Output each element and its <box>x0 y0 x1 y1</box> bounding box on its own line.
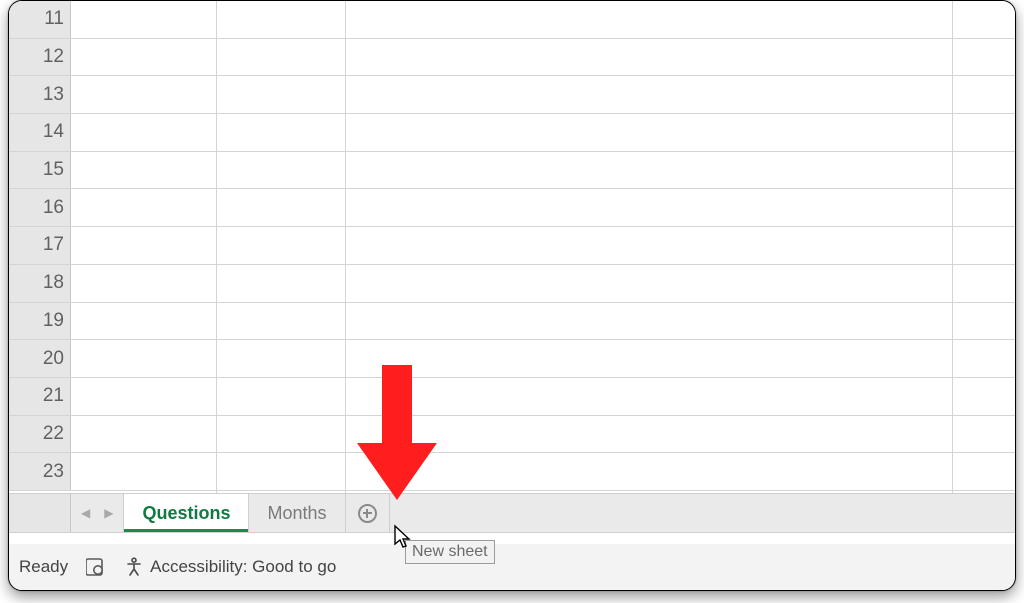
row-cells[interactable] <box>71 303 1015 340</box>
row-cells[interactable] <box>71 39 1015 76</box>
row-header[interactable]: 19 <box>9 303 71 340</box>
grid-row[interactable]: 12 <box>9 39 1015 77</box>
row-cells[interactable] <box>71 76 1015 113</box>
row-cells[interactable] <box>71 378 1015 415</box>
sheet-tab-bar: ◀ ▶ Questions Months <box>9 493 1015 533</box>
row-header[interactable]: 13 <box>9 76 71 113</box>
row-cells[interactable] <box>71 1 1015 38</box>
grid-row[interactable]: 21 <box>9 378 1015 416</box>
grid-row[interactable]: 14 <box>9 114 1015 152</box>
row-header[interactable]: 22 <box>9 416 71 453</box>
accessibility-icon <box>124 557 144 577</box>
grid-row[interactable]: 17 <box>9 227 1015 265</box>
grid-row[interactable]: 16 <box>9 189 1015 227</box>
row-cells[interactable] <box>71 114 1015 151</box>
status-bar: Ready Accessibility: Good to go <box>9 544 1015 590</box>
spreadsheet-grid[interactable]: 11121314151617181920212223 <box>9 1 1015 493</box>
grid-row[interactable]: 11 <box>9 1 1015 39</box>
grid-row[interactable]: 15 <box>9 152 1015 190</box>
row-cells[interactable] <box>71 152 1015 189</box>
column-gridline <box>216 1 217 493</box>
row-header[interactable]: 18 <box>9 265 71 302</box>
row-header[interactable]: 11 <box>9 1 71 38</box>
sheet-tabs: Questions Months <box>123 494 389 532</box>
column-gridline <box>345 1 346 493</box>
row-header[interactable]: 20 <box>9 340 71 377</box>
sheet-tab-months[interactable]: Months <box>249 494 345 532</box>
new-sheet-tooltip: New sheet <box>405 540 495 564</box>
grid-row[interactable]: 18 <box>9 265 1015 303</box>
grid-row[interactable]: 20 <box>9 340 1015 378</box>
sheet-tab-questions[interactable]: Questions <box>124 494 249 532</box>
row-header[interactable]: 17 <box>9 227 71 264</box>
row-cells[interactable] <box>71 453 1015 490</box>
row-cells[interactable] <box>71 265 1015 302</box>
sheet-tab-label: Questions <box>142 503 230 524</box>
sheet-tab-label: Months <box>267 503 326 524</box>
row-cells[interactable] <box>71 416 1015 453</box>
new-sheet-button[interactable] <box>346 494 390 532</box>
row-header-corner <box>9 494 71 532</box>
row-cells[interactable] <box>71 340 1015 377</box>
grid-row[interactable]: 22 <box>9 416 1015 454</box>
excel-window: 11121314151617181920212223 ◀ ▶ Questions… <box>8 0 1016 591</box>
row-cells[interactable] <box>71 227 1015 264</box>
grid-row[interactable]: 19 <box>9 303 1015 341</box>
macro-record-icon[interactable] <box>86 557 106 577</box>
row-header[interactable]: 15 <box>9 152 71 189</box>
row-cells[interactable] <box>71 189 1015 226</box>
grid-row[interactable]: 23 <box>9 453 1015 491</box>
accessibility-status[interactable]: Accessibility: Good to go <box>124 557 336 577</box>
accessibility-label: Accessibility: Good to go <box>150 557 336 577</box>
tab-scroll-right-icon[interactable]: ▶ <box>104 507 113 519</box>
plus-icon <box>358 504 377 523</box>
row-header[interactable]: 16 <box>9 189 71 226</box>
grid-row[interactable]: 13 <box>9 76 1015 114</box>
row-header[interactable]: 21 <box>9 378 71 415</box>
row-header[interactable]: 14 <box>9 114 71 151</box>
tab-scroll-left-icon[interactable]: ◀ <box>81 507 90 519</box>
tab-scroll-buttons: ◀ ▶ <box>71 494 123 532</box>
status-ready: Ready <box>19 557 68 577</box>
row-header[interactable]: 23 <box>9 453 71 490</box>
row-header[interactable]: 12 <box>9 39 71 76</box>
column-gridline <box>952 1 953 493</box>
